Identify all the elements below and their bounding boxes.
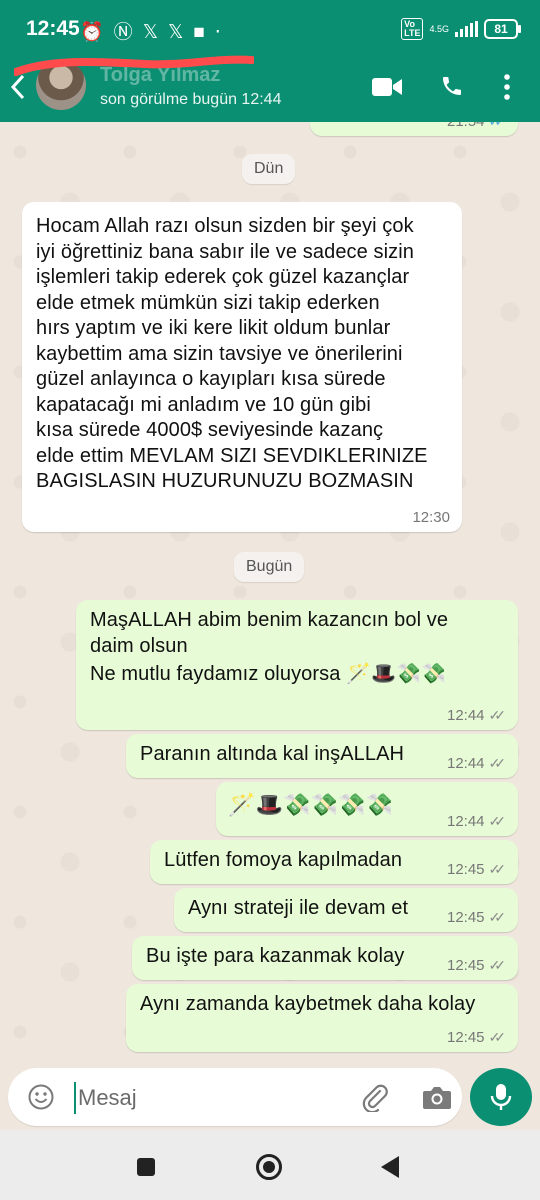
message-bubble-partial[interactable]: 21:54 ✓✓: [310, 122, 518, 136]
voice-record-button[interactable]: [470, 1068, 532, 1126]
redaction-scribble: [14, 55, 254, 76]
x-icon: 𝕏: [142, 22, 168, 43]
battery-icon: 81: [484, 19, 521, 39]
attachment-icon[interactable]: [360, 1082, 390, 1112]
alarm-icon: ⏰: [80, 22, 114, 43]
date-separator: Bugün: [234, 552, 305, 582]
message-input-container: [8, 1068, 462, 1126]
read-ticks-icon: ✓✓: [488, 813, 507, 829]
message-meta: 12:45 ✓✓: [447, 861, 506, 878]
message-time: 12:45: [446, 1029, 485, 1046]
square-icon: ■: [193, 22, 215, 43]
signal-icon: [455, 21, 478, 37]
message-text: MaşALLAH abim benim kazancın bol ve daim…: [90, 609, 449, 657]
status-time: 12:45: [26, 17, 80, 40]
read-ticks-icon: ✓✓: [489, 122, 507, 130]
message-meta: 12:45 ✓✓: [447, 957, 506, 974]
message-meta: 12:30: [412, 509, 450, 526]
system-nav-bar: [0, 1130, 540, 1200]
camera-icon[interactable]: [422, 1083, 452, 1111]
x-icon: 𝕏: [168, 22, 194, 43]
more-options-icon[interactable]: [502, 72, 512, 102]
status-bar: 12:45 ⏰Ⓝ𝕏𝕏■⋅ Vo LTE 4.5G 81: [0, 0, 540, 60]
chat-header: Tolga Yılmaz son görülme bugün 12:44: [0, 55, 540, 122]
message-time: 12:44: [446, 755, 485, 772]
message-time: 12:30: [412, 509, 450, 526]
message-text: Lütfen fomoya kapılmadan: [164, 849, 403, 871]
home-icon[interactable]: [256, 1154, 282, 1180]
message-text: 🪄🎩💸💸💸💸: [228, 792, 393, 817]
read-ticks-icon: ✓✓: [488, 909, 507, 925]
message-time: 12:44: [446, 813, 485, 830]
message-text: Hocam Allah razı olsun sizden bir şeyi ç…: [36, 215, 428, 492]
nfc-icon: Ⓝ: [113, 22, 143, 43]
message-bubble-outgoing[interactable]: Aynı strateji ile devam et 12:45 ✓✓: [174, 888, 518, 932]
phone-icon[interactable]: [440, 74, 464, 98]
volte-icon: Vo LTE: [401, 18, 424, 40]
microphone-icon: [490, 1084, 512, 1110]
message-meta: 12:45 ✓✓: [447, 909, 506, 926]
message-text: Paranın altında kal inşALLAH: [140, 743, 405, 765]
back-icon[interactable]: [381, 1156, 399, 1178]
message-bubble-outgoing[interactable]: 🪄🎩💸💸💸💸 12:44 ✓✓: [216, 782, 518, 836]
message-bubble-outgoing[interactable]: Paranın altında kal inşALLAH 12:44 ✓✓: [126, 734, 518, 778]
message-text: Aynı strateji ile devam et: [188, 897, 409, 919]
message-input[interactable]: [74, 1082, 340, 1114]
message-meta: 12:44 ✓✓: [447, 755, 506, 772]
message-text: Bu işte para kazanmak kolay: [146, 945, 405, 967]
recent-apps-icon[interactable]: [137, 1158, 155, 1176]
message-text: Aynı zamanda kaybetmek daha kolay: [140, 993, 476, 1015]
status-notification-icons: ⏰Ⓝ𝕏𝕏■⋅: [80, 17, 231, 44]
message-time: 12:44: [446, 707, 485, 724]
chat-area[interactable]: 21:54 ✓✓ Dün Hocam Allah razı olsun sizd…: [0, 122, 540, 1068]
message-meta: 12:44 ✓✓: [447, 813, 506, 830]
message-time: 12:45: [446, 861, 485, 878]
emoji-icon[interactable]: [28, 1084, 54, 1110]
status-right: Vo LTE 4.5G 81: [401, 18, 521, 40]
message-bubble-outgoing[interactable]: Aynı zamanda kaybetmek daha kolay 12:45 …: [126, 984, 518, 1052]
message-meta: 12:45 ✓✓: [447, 1029, 506, 1046]
message-bubble-incoming[interactable]: Hocam Allah razı olsun sizden bir şeyi ç…: [22, 202, 462, 532]
message-time: 21:54: [447, 122, 485, 130]
last-seen-status: son görülme bugün 12:44: [100, 91, 282, 108]
message-meta: 21:54 ✓✓: [447, 122, 506, 130]
read-ticks-icon: ✓✓: [488, 755, 507, 771]
message-time: 12:45: [446, 909, 485, 926]
message-bubble-outgoing[interactable]: Lütfen fomoya kapılmadan 12:45 ✓✓: [150, 840, 518, 884]
read-ticks-icon: ✓✓: [488, 957, 507, 973]
read-ticks-icon: ✓✓: [488, 707, 507, 723]
date-separator: Dün: [242, 154, 296, 184]
message-time: 12:45: [446, 957, 485, 974]
message-meta: 12:44 ✓✓: [447, 707, 506, 724]
message-composer: [0, 1068, 540, 1130]
message-bubble-outgoing[interactable]: Bu işte para kazanmak kolay 12:45 ✓✓: [132, 936, 518, 980]
more-icon: ⋅: [214, 22, 231, 43]
network-type: 4.5G: [429, 24, 449, 34]
read-ticks-icon: ✓✓: [488, 1029, 507, 1045]
video-call-icon[interactable]: [372, 77, 402, 97]
read-ticks-icon: ✓✓: [488, 861, 507, 877]
message-text-line-2: Ne mutlu faydamız oluyorsa 🪄🎩💸💸: [90, 663, 447, 685]
message-bubble-outgoing[interactable]: MaşALLAH abim benim kazancın bol ve daim…: [76, 600, 518, 730]
